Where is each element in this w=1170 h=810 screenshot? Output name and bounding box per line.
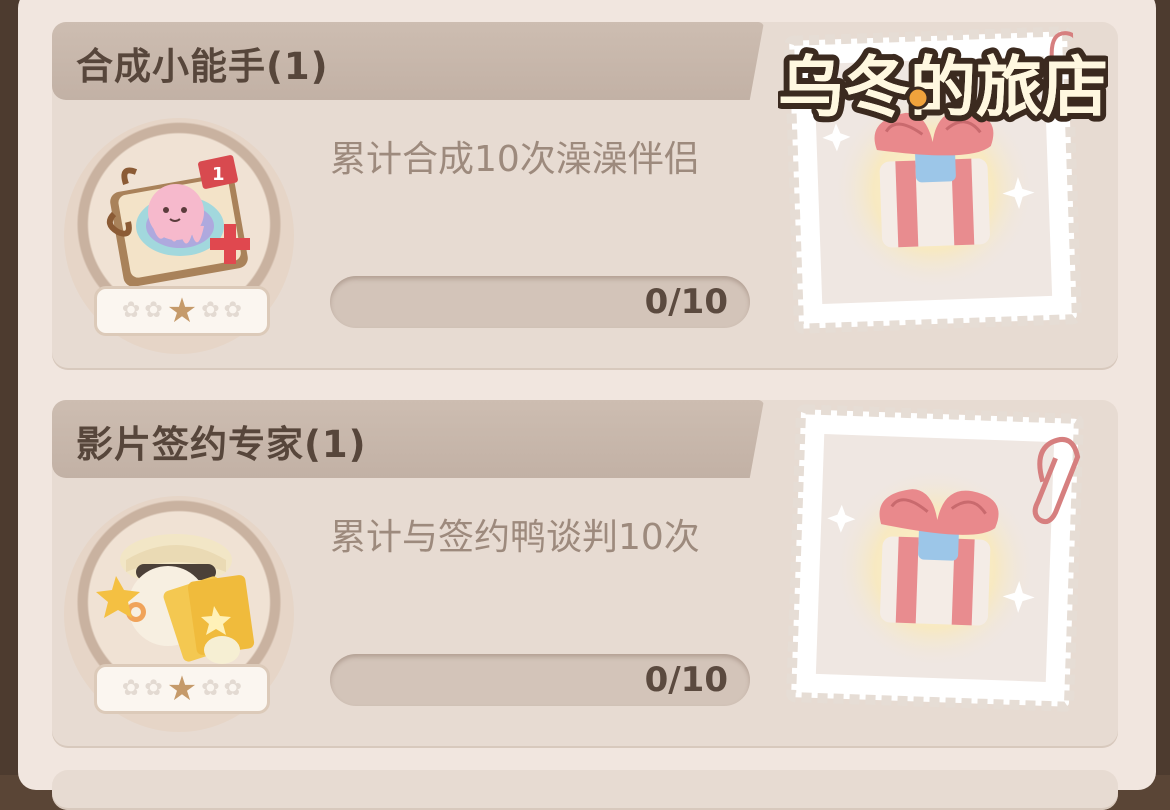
task-description: 累计合成10次澡澡伴侣 xyxy=(330,139,700,180)
star-rating: ✿ ✿ ★ ✿ ✿ xyxy=(94,664,270,714)
game-frame: 合成小能手(1) 1 ✿ ✿ ★ ✿ ✿ 累计合成10次澡澡伴侣 0/10 影片… xyxy=(0,0,1170,810)
progress-bar: 0/10 xyxy=(330,276,750,328)
star-icon: ✿ xyxy=(144,676,163,701)
reward-gift-button[interactable] xyxy=(785,403,1085,713)
svg-text:乌冬的旅店: 乌冬的旅店 xyxy=(778,49,1108,126)
merge-book-badge-icon: 1 xyxy=(106,155,250,287)
star-icon: ✿ xyxy=(223,676,243,701)
star-icon: ✿ xyxy=(121,298,141,323)
star-icon: ✿ xyxy=(144,298,163,323)
star-icon: ✿ xyxy=(121,676,141,701)
star-icon: ✿ xyxy=(223,298,243,323)
task-description: 累计与签约鸭谈判10次 xyxy=(330,517,700,558)
star-icon: ✿ xyxy=(201,676,220,701)
task-title-band: 合成小能手(1) xyxy=(52,22,764,100)
film-contract-badge-icon xyxy=(96,534,255,664)
task-title: 合成小能手(1) xyxy=(76,45,329,88)
star-rating: ✿ ✿ ★ ✿ ✿ xyxy=(94,286,270,336)
star-icon: ✿ xyxy=(201,298,220,323)
game-logo: 乌冬的旅店 乌冬的旅店 xyxy=(778,43,1108,132)
star-icon: ★ xyxy=(166,669,198,709)
star-icon: ★ xyxy=(166,291,198,331)
progress-bar: 0/10 xyxy=(330,654,750,706)
task-card-partial xyxy=(52,770,1118,810)
task-title: 影片签约专家(1) xyxy=(76,423,367,466)
task-badge: ✿ ✿ ★ ✿ ✿ xyxy=(64,496,294,732)
task-title-band: 影片签约专家(1) xyxy=(52,400,764,478)
progress-text: 0/10 xyxy=(644,282,728,322)
progress-text: 0/10 xyxy=(644,660,728,700)
task-badge: 1 ✿ ✿ ★ ✿ ✿ xyxy=(64,118,294,354)
svg-text:1: 1 xyxy=(212,164,225,185)
